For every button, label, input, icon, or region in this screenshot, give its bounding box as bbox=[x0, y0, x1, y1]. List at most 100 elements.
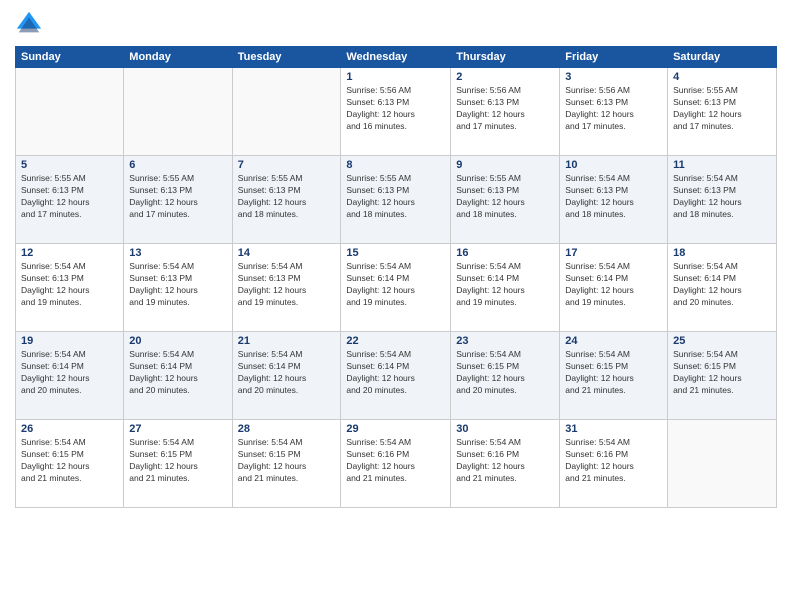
day-number: 25 bbox=[673, 335, 771, 347]
calendar-week-3: 19 Sunrise: 5:54 AM Sunset: 6:14 PM Dayli… bbox=[16, 332, 777, 420]
day-info: Sunrise: 5:54 AM Sunset: 6:14 PM Dayligh… bbox=[565, 261, 662, 309]
day-number: 19 bbox=[21, 335, 118, 347]
day-number: 3 bbox=[565, 71, 662, 83]
calendar-cell: 26 Sunrise: 5:54 AM Sunset: 6:15 PM Dayli… bbox=[16, 420, 124, 508]
calendar-cell: 14 Sunrise: 5:54 AM Sunset: 6:13 PM Dayli… bbox=[232, 244, 341, 332]
day-number: 12 bbox=[21, 247, 118, 259]
calendar-cell: 20 Sunrise: 5:54 AM Sunset: 6:14 PM Dayli… bbox=[124, 332, 232, 420]
day-number: 29 bbox=[346, 423, 445, 435]
calendar-cell: 29 Sunrise: 5:54 AM Sunset: 6:16 PM Dayli… bbox=[341, 420, 451, 508]
logo bbox=[15, 10, 47, 38]
calendar-week-1: 5 Sunrise: 5:55 AM Sunset: 6:13 PM Daylig… bbox=[16, 156, 777, 244]
logo-icon bbox=[15, 10, 43, 38]
day-number: 7 bbox=[238, 159, 336, 171]
calendar-cell: 15 Sunrise: 5:54 AM Sunset: 6:14 PM Dayli… bbox=[341, 244, 451, 332]
day-number: 5 bbox=[21, 159, 118, 171]
calendar-cell: 11Sunrise: 5:54 AM Sunset: 6:13 PM Dayli… bbox=[668, 156, 777, 244]
day-info: Sunrise: 5:54 AM Sunset: 6:13 PM Dayligh… bbox=[565, 173, 662, 221]
day-info: Sunrise: 5:54 AM Sunset: 6:14 PM Dayligh… bbox=[129, 349, 226, 397]
day-number: 13 bbox=[129, 247, 226, 259]
day-number: 9 bbox=[456, 159, 554, 171]
calendar-cell: 30 Sunrise: 5:54 AM Sunset: 6:16 PM Dayli… bbox=[451, 420, 560, 508]
calendar-cell: 9 Sunrise: 5:55 AM Sunset: 6:13 PM Daylig… bbox=[451, 156, 560, 244]
day-info: Sunrise: 5:54 AM Sunset: 6:14 PM Dayligh… bbox=[346, 261, 445, 309]
calendar-header-monday: Monday bbox=[124, 47, 232, 68]
calendar-cell bbox=[124, 68, 232, 156]
calendar-header-saturday: Saturday bbox=[668, 47, 777, 68]
day-info: Sunrise: 5:55 AM Sunset: 6:13 PM Dayligh… bbox=[129, 173, 226, 221]
calendar-cell: 1Sunrise: 5:56 AM Sunset: 6:13 PM Daylig… bbox=[341, 68, 451, 156]
day-number: 23 bbox=[456, 335, 554, 347]
calendar-cell: 8 Sunrise: 5:55 AM Sunset: 6:13 PM Daylig… bbox=[341, 156, 451, 244]
day-number: 27 bbox=[129, 423, 226, 435]
calendar-cell bbox=[16, 68, 124, 156]
calendar-cell: 21 Sunrise: 5:54 AM Sunset: 6:14 PM Dayli… bbox=[232, 332, 341, 420]
calendar-cell: 19 Sunrise: 5:54 AM Sunset: 6:14 PM Dayli… bbox=[16, 332, 124, 420]
calendar-week-0: 1Sunrise: 5:56 AM Sunset: 6:13 PM Daylig… bbox=[16, 68, 777, 156]
calendar-cell: 7 Sunrise: 5:55 AM Sunset: 6:13 PM Daylig… bbox=[232, 156, 341, 244]
calendar-cell: 27 Sunrise: 5:54 AM Sunset: 6:15 PM Dayli… bbox=[124, 420, 232, 508]
calendar-header-friday: Friday bbox=[560, 47, 668, 68]
day-number: 15 bbox=[346, 247, 445, 259]
day-number: 22 bbox=[346, 335, 445, 347]
calendar-cell: 25Sunrise: 5:54 AM Sunset: 6:15 PM Dayli… bbox=[668, 332, 777, 420]
day-info: Sunrise: 5:54 AM Sunset: 6:14 PM Dayligh… bbox=[673, 261, 771, 309]
day-number: 6 bbox=[129, 159, 226, 171]
day-info: Sunrise: 5:54 AM Sunset: 6:14 PM Dayligh… bbox=[456, 261, 554, 309]
calendar-cell: 12Sunrise: 5:54 AM Sunset: 6:13 PM Dayli… bbox=[16, 244, 124, 332]
day-info: Sunrise: 5:54 AM Sunset: 6:16 PM Dayligh… bbox=[456, 437, 554, 485]
calendar-cell: 18 Sunrise: 5:54 AM Sunset: 6:14 PM Dayli… bbox=[668, 244, 777, 332]
calendar-cell: 10Sunrise: 5:54 AM Sunset: 6:13 PM Dayli… bbox=[560, 156, 668, 244]
day-info: Sunrise: 5:55 AM Sunset: 6:13 PM Dayligh… bbox=[238, 173, 336, 221]
day-info: Sunrise: 5:56 AM Sunset: 6:13 PM Dayligh… bbox=[456, 85, 554, 133]
day-info: Sunrise: 5:55 AM Sunset: 6:13 PM Dayligh… bbox=[21, 173, 118, 221]
calendar-header-row: SundayMondayTuesdayWednesdayThursdayFrid… bbox=[16, 47, 777, 68]
calendar-cell: 23 Sunrise: 5:54 AM Sunset: 6:15 PM Dayli… bbox=[451, 332, 560, 420]
day-info: Sunrise: 5:54 AM Sunset: 6:13 PM Dayligh… bbox=[129, 261, 226, 309]
day-number: 30 bbox=[456, 423, 554, 435]
day-info: Sunrise: 5:55 AM Sunset: 6:13 PM Dayligh… bbox=[456, 173, 554, 221]
day-number: 16 bbox=[456, 247, 554, 259]
calendar-cell: 31 Sunrise: 5:54 AM Sunset: 6:16 PM Dayli… bbox=[560, 420, 668, 508]
calendar-cell: 16 Sunrise: 5:54 AM Sunset: 6:14 PM Dayli… bbox=[451, 244, 560, 332]
day-number: 8 bbox=[346, 159, 445, 171]
day-info: Sunrise: 5:55 AM Sunset: 6:13 PM Dayligh… bbox=[346, 173, 445, 221]
calendar-week-2: 12 Sunrise: 5:54 AM Sunset: 6:13 PM Dayli… bbox=[16, 244, 777, 332]
calendar-cell: 6 Sunrise: 5:55 AM Sunset: 6:13 PM Daylig… bbox=[124, 156, 232, 244]
day-number: 20 bbox=[129, 335, 226, 347]
day-info: Sunrise: 5:54 AM Sunset: 6:15 PM Dayligh… bbox=[129, 437, 226, 485]
day-number: 31 bbox=[565, 423, 662, 435]
day-info: Sunrise: 5:54 AM Sunset: 6:15 PM Dayligh… bbox=[21, 437, 118, 485]
day-info: Sunrise: 5:54 AM Sunset: 6:15 PM Dayligh… bbox=[565, 349, 662, 397]
day-number: 14 bbox=[238, 247, 336, 259]
calendar-cell bbox=[232, 68, 341, 156]
day-info: Sunrise: 5:54 AM Sunset: 6:15 PM Dayligh… bbox=[238, 437, 336, 485]
calendar-header-tuesday: Tuesday bbox=[232, 47, 341, 68]
calendar-cell: 24 Sunrise: 5:54 AM Sunset: 6:15 PM Dayli… bbox=[560, 332, 668, 420]
day-number: 21 bbox=[238, 335, 336, 347]
calendar-cell: 17Sunrise: 5:54 AM Sunset: 6:14 PM Dayli… bbox=[560, 244, 668, 332]
day-number: 4 bbox=[673, 71, 771, 83]
day-info: Sunrise: 5:54 AM Sunset: 6:15 PM Dayligh… bbox=[456, 349, 554, 397]
day-number: 24 bbox=[565, 335, 662, 347]
calendar-header-wednesday: Wednesday bbox=[341, 47, 451, 68]
header bbox=[15, 10, 777, 38]
day-info: Sunrise: 5:54 AM Sunset: 6:13 PM Dayligh… bbox=[238, 261, 336, 309]
calendar-cell: 4 Sunrise: 5:55 AM Sunset: 6:13 PM Daylig… bbox=[668, 68, 777, 156]
calendar-header-sunday: Sunday bbox=[16, 47, 124, 68]
day-info: Sunrise: 5:55 AM Sunset: 6:13 PM Dayligh… bbox=[673, 85, 771, 133]
day-number: 2 bbox=[456, 71, 554, 83]
day-info: Sunrise: 5:54 AM Sunset: 6:14 PM Dayligh… bbox=[238, 349, 336, 397]
page: SundayMondayTuesdayWednesdayThursdayFrid… bbox=[0, 0, 792, 612]
day-number: 18 bbox=[673, 247, 771, 259]
calendar-cell: 2 Sunrise: 5:56 AM Sunset: 6:13 PM Daylig… bbox=[451, 68, 560, 156]
day-number: 26 bbox=[21, 423, 118, 435]
day-info: Sunrise: 5:54 AM Sunset: 6:16 PM Dayligh… bbox=[346, 437, 445, 485]
day-info: Sunrise: 5:54 AM Sunset: 6:13 PM Dayligh… bbox=[673, 173, 771, 221]
calendar-week-4: 26 Sunrise: 5:54 AM Sunset: 6:15 PM Dayli… bbox=[16, 420, 777, 508]
calendar-cell: 3Sunrise: 5:56 AM Sunset: 6:13 PM Daylig… bbox=[560, 68, 668, 156]
calendar-cell: 22Sunrise: 5:54 AM Sunset: 6:14 PM Dayli… bbox=[341, 332, 451, 420]
calendar-header-thursday: Thursday bbox=[451, 47, 560, 68]
day-info: Sunrise: 5:54 AM Sunset: 6:16 PM Dayligh… bbox=[565, 437, 662, 485]
day-info: Sunrise: 5:54 AM Sunset: 6:14 PM Dayligh… bbox=[21, 349, 118, 397]
